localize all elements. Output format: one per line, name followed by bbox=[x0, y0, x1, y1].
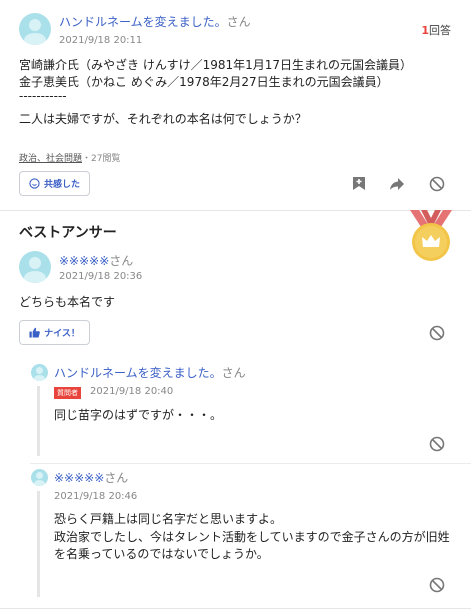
question-views: ・27閲覧 bbox=[82, 154, 121, 164]
empathy-button[interactable]: 共感した bbox=[19, 171, 90, 196]
reply-1-author-line: ハンドルネームを変えました。さん bbox=[54, 364, 246, 381]
reply-1-honorific: さん bbox=[221, 366, 246, 380]
reply-2-author-line: ※※※※※さん bbox=[54, 469, 128, 486]
best-answer-author-line: ※※※※※さん bbox=[59, 252, 133, 269]
reply-2-author-name[interactable]: ※※※※※ bbox=[54, 471, 104, 485]
reply-2-avatar[interactable] bbox=[31, 469, 48, 486]
question-author-line: ハンドルネームを変えました。さん bbox=[59, 13, 251, 30]
reply-2-date: 2021/9/18 20:46 bbox=[54, 491, 138, 502]
best-answer-date: 2021/9/18 20:36 bbox=[59, 271, 143, 282]
section-divider bbox=[0, 210, 471, 211]
empathy-label: 共感した bbox=[43, 180, 80, 190]
crown-medal-icon bbox=[407, 210, 455, 265]
question-text: 二人は夫婦ですが、それぞれの本名は何でしょうか？ bbox=[19, 112, 307, 126]
bottom-divider bbox=[0, 608, 471, 609]
best-answer-heading: ベストアンサー bbox=[19, 225, 117, 241]
answer-count[interactable]: 1回答 bbox=[421, 22, 451, 38]
reply-1-author-name[interactable]: ハンドルネームを変えました。 bbox=[54, 366, 222, 380]
reply-2-honorific: さん bbox=[104, 471, 129, 485]
question-separator: ----------- bbox=[19, 89, 67, 103]
question-line-2: 金子恵美氏（かねこ めぐみ／1978年2月27日生まれの元国会議員） bbox=[19, 75, 389, 89]
question-category-link[interactable]: 政治、社会問題 bbox=[19, 154, 82, 164]
smile-icon bbox=[29, 178, 40, 189]
question-author-name[interactable]: ハンドルネームを変えました。 bbox=[59, 15, 227, 29]
nice-button[interactable]: ナイス！ bbox=[19, 320, 90, 345]
question-author-honorific: さん bbox=[226, 15, 251, 29]
questioner-badge: 質問者 bbox=[54, 387, 81, 399]
best-answer-block-icon[interactable] bbox=[429, 325, 445, 341]
question-block-icon[interactable] bbox=[429, 176, 445, 192]
reply-2-block-icon[interactable] bbox=[429, 577, 445, 593]
reply-2-body: 恐らく戸籍上は同じ名字だと思いますよ。 政治家でしたし、今はタレント活動をしてい… bbox=[54, 511, 459, 564]
question-date: 2021/9/18 20:11 bbox=[59, 35, 143, 46]
question-author-avatar[interactable] bbox=[19, 13, 51, 45]
reply-2-thread-line bbox=[37, 491, 40, 597]
question-line-1: 宮崎謙介氏（みやざき けんすけ／1981年1月17日生まれの元国会議員） bbox=[19, 58, 413, 72]
best-answer-honorific: さん bbox=[109, 254, 134, 268]
reply-2-line-1: 恐らく戸籍上は同じ名字だと思いますよ。 bbox=[54, 512, 283, 526]
reply-1-date: 2021/9/18 20:40 bbox=[90, 386, 174, 397]
answer-count-label: 回答 bbox=[429, 24, 451, 37]
reply-1-thread-line bbox=[37, 386, 40, 456]
thumbs-up-icon bbox=[29, 327, 40, 338]
answer-count-number: 1 bbox=[421, 24, 429, 37]
reply-divider bbox=[30, 463, 471, 464]
best-answer-body: どちらも本名です bbox=[19, 295, 116, 309]
question-meta: 政治、社会問題・27閲覧 bbox=[19, 151, 120, 164]
reply-2-line-2: 政治家でしたし、今はタレント活動をしていますので金子さんの方が旧姓 bbox=[54, 529, 450, 544]
best-answer-avatar[interactable] bbox=[19, 251, 51, 283]
reply-2-line-3: を名乗っているのではないでしょうか。 bbox=[54, 547, 269, 561]
nice-label: ナイス！ bbox=[44, 329, 80, 339]
reply-1-avatar[interactable] bbox=[31, 364, 48, 381]
share-arrow-icon[interactable] bbox=[389, 177, 405, 191]
best-answer-author-name[interactable]: ※※※※※ bbox=[59, 254, 109, 268]
reply-1-block-icon[interactable] bbox=[429, 436, 445, 452]
reply-1-body: 同じ苗字のはずですが・・・。 bbox=[54, 408, 223, 422]
bookmark-add-icon[interactable] bbox=[352, 176, 366, 191]
question-body: 宮崎謙介氏（みやざき けんすけ／1981年1月17日生まれの元国会議員） 金子恵… bbox=[19, 57, 459, 103]
